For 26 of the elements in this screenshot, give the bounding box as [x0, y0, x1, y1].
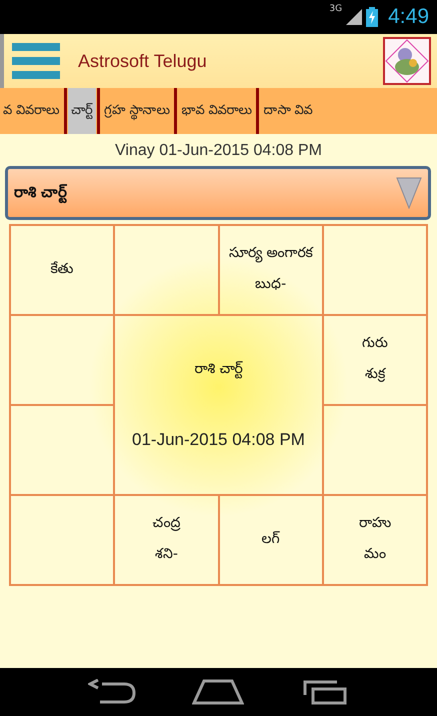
battery-charging-icon [366, 7, 378, 27]
app-title: Astrosoft Telugu [78, 50, 208, 72]
chart-cell: కేతు [10, 225, 114, 315]
chart-cell: లగ్ [218, 495, 323, 585]
chart-type-dropdown[interactable]: రాశి చార్ట్ [5, 166, 431, 220]
clock-time: 4:49 [388, 5, 429, 29]
menu-icon[interactable] [12, 43, 60, 79]
home-icon[interactable] [192, 679, 244, 705]
chart-cell: సూర్య అంగారక బుధ- [218, 225, 323, 315]
chart-cell: గురు శుక్ర [322, 315, 427, 405]
back-icon[interactable] [88, 679, 136, 705]
app-logo-icon[interactable] [383, 37, 431, 85]
signal-icon [346, 9, 362, 25]
tab[interactable]: వ వివరాలు [0, 88, 64, 134]
tab[interactable]: దాసా వివ [260, 88, 316, 134]
network-type: 3G [329, 4, 342, 14]
tab[interactable]: గ్రహ స్థానాలు [101, 88, 174, 134]
chart-center-date: 01-Jun-2015 04:08 PM [132, 430, 305, 450]
dropdown-arrow-icon [396, 177, 422, 209]
chart-center-title: రాశి చార్ట్ [194, 360, 243, 380]
tab[interactable]: చార్ట్ [68, 88, 96, 134]
tab[interactable]: భావ వివరాలు [178, 88, 256, 134]
chart-cell: చంద్ర శని- [114, 495, 218, 585]
chart-subtitle: Vinay 01-Jun-2015 04:08 PM [114, 142, 323, 160]
chart-cell: రాహు మం [322, 495, 427, 585]
recent-apps-icon[interactable] [300, 679, 349, 705]
